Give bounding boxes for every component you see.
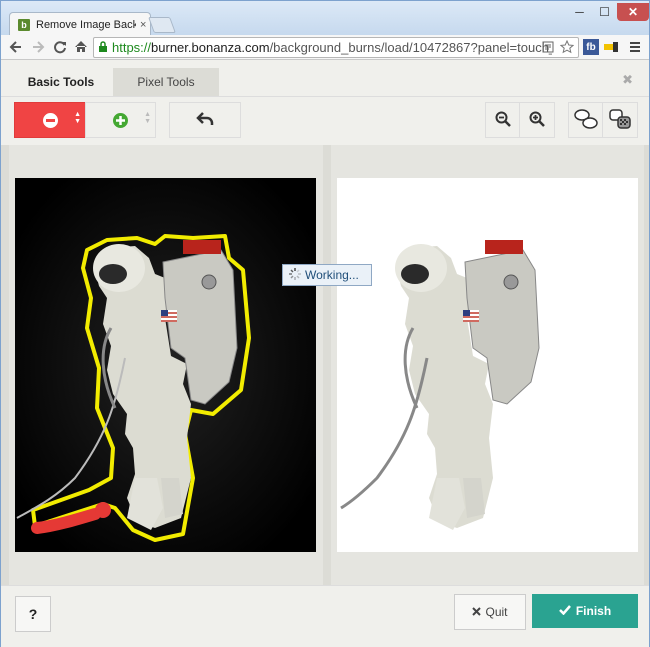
- bonanza-favicon-icon: b: [18, 18, 30, 31]
- forward-arrow-icon[interactable]: [29, 38, 47, 56]
- remove-brush-button[interactable]: ▲ ▼: [14, 102, 86, 138]
- source-image[interactable]: [15, 178, 316, 552]
- quit-button[interactable]: Quit: [454, 594, 526, 630]
- window-close-button[interactable]: ✕: [617, 3, 649, 21]
- menu-icon[interactable]: [627, 39, 643, 55]
- view-outline-icon: [573, 108, 599, 133]
- finish-button[interactable]: Finish: [532, 594, 638, 628]
- undo-arrow-icon: [196, 111, 214, 129]
- lock-icon: [98, 40, 108, 55]
- footer-bar: ? Quit Finish: [1, 585, 649, 647]
- address-bar[interactable]: https://burner.bonanza.com/background_bu…: [93, 37, 579, 58]
- extension-icon[interactable]: [603, 39, 619, 55]
- minus-circle-icon: [42, 112, 58, 128]
- preview-panel: [331, 145, 644, 585]
- home-icon[interactable]: [72, 38, 90, 56]
- browser-tab[interactable]: b Remove Image Backgrou ×: [9, 12, 151, 36]
- transparency-view-button[interactable]: [602, 102, 638, 138]
- tab-pixel-tools[interactable]: Pixel Tools: [113, 68, 219, 96]
- outline-view-button[interactable]: [568, 102, 604, 138]
- checkmark-icon: [558, 604, 571, 618]
- url-host: burner.bonanza.com: [151, 40, 270, 55]
- zoom-out-button[interactable]: [485, 102, 521, 138]
- facebook-extension-icon[interactable]: fb: [583, 39, 599, 55]
- finish-label: Finish: [575, 604, 612, 618]
- tab-close-icon[interactable]: ×: [140, 19, 146, 31]
- help-button[interactable]: ?: [15, 596, 51, 632]
- editor-workspace: Working...: [1, 145, 649, 585]
- spinner-icon: [289, 267, 301, 283]
- tool-tabs: Basic Tools Pixel Tools ✖: [1, 60, 649, 97]
- preview-image: [337, 178, 638, 552]
- page-icon[interactable]: [540, 39, 556, 55]
- zoom-in-button[interactable]: [519, 102, 555, 138]
- back-arrow-icon[interactable]: [7, 38, 25, 56]
- brush-size-stepper-icon[interactable]: ▲ ▼: [74, 111, 81, 125]
- keep-brush-button[interactable]: ▲ ▼: [85, 102, 156, 138]
- reload-icon[interactable]: [51, 38, 69, 56]
- quit-label: Quit: [485, 605, 508, 619]
- source-panel: [9, 145, 323, 585]
- bookmark-star-icon[interactable]: [559, 39, 575, 55]
- view-checkerboard-icon: [607, 108, 633, 133]
- tab-title: Remove Image Backgrou: [36, 18, 136, 31]
- url-path: /background_burns/load/10472867?panel=to…: [269, 40, 552, 55]
- plus-circle-icon: [113, 112, 128, 128]
- minimize-button[interactable]: ─: [567, 3, 592, 21]
- x-icon: [472, 605, 482, 619]
- tab-basic-tools[interactable]: Basic Tools: [11, 68, 111, 96]
- url-scheme: https://: [112, 40, 152, 55]
- background-burner-app: Basic Tools Pixel Tools ✖ ▲ ▼ ▲ ▼ Workin…: [1, 60, 649, 647]
- new-tab-button[interactable]: [148, 17, 176, 33]
- url-text: https://burner.bonanza.com/background_bu…: [112, 40, 552, 55]
- brush-size-stepper-icon[interactable]: ▲ ▼: [144, 111, 151, 125]
- browser-window: b Remove Image Backgrou × ─ ☐ ✕ https://…: [0, 0, 650, 647]
- maximize-button[interactable]: ☐: [592, 3, 617, 21]
- browser-toolbar: https://burner.bonanza.com/background_bu…: [1, 35, 649, 60]
- tool-buttons-row: ▲ ▼ ▲ ▼: [1, 97, 649, 145]
- zoom-in-icon: [529, 111, 545, 130]
- undo-button[interactable]: [169, 102, 241, 138]
- zoom-out-icon: [495, 111, 511, 130]
- working-status-text: Working...: [305, 268, 359, 282]
- title-bar: b Remove Image Backgrou × ─ ☐ ✕: [1, 1, 649, 36]
- working-indicator: Working...: [282, 264, 372, 286]
- close-editor-icon[interactable]: ✖: [622, 72, 633, 88]
